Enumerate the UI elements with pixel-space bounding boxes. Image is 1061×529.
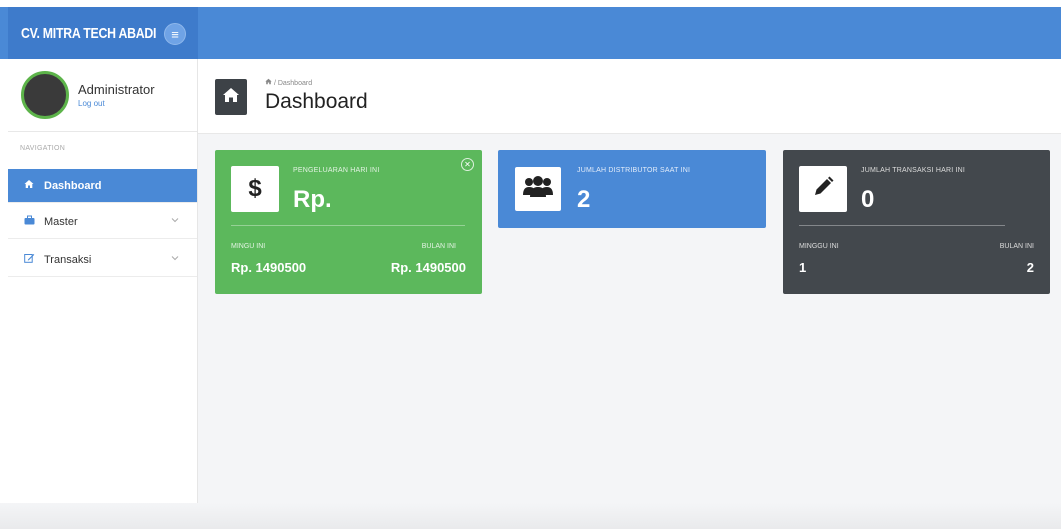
brand-box: CV. MITRA TECH ABADI ≡ (8, 7, 198, 59)
home-icon (22, 179, 36, 192)
sub-value-month: Rp. 1490500 (390, 260, 466, 275)
sub-label-month: BULAN INI (421, 243, 456, 250)
sidebar-item-label: Master (44, 215, 78, 228)
pengeluaran-card: $ PENGELUARAN HARI INI Rp. ✕ MINGU INI R… (215, 150, 482, 294)
sub-label-week: MINGU INI (231, 243, 266, 250)
edit-icon (22, 253, 36, 266)
sub-label-month: BULAN INI (999, 243, 1034, 250)
card-divider (799, 225, 1005, 226)
dollar-icon: $ (248, 175, 262, 202)
sidebar-item-transaksi[interactable]: Transaksi (8, 243, 197, 277)
briefcase-icon (22, 215, 36, 228)
home-icon[interactable] (265, 78, 274, 87)
sidebar: Administrator Log out NAVIGATION Dashboa… (8, 59, 198, 529)
chevron-down-icon (171, 253, 179, 263)
home-icon (222, 87, 240, 108)
brand-name[interactable]: CV. MITRA TECH ABADI (21, 25, 156, 42)
breadcrumb-current: Dashboard (277, 80, 313, 87)
card-value: 2 (577, 186, 591, 213)
dollar-icon-box: $ (231, 166, 279, 212)
hamburger-icon: ≡ (171, 26, 179, 42)
page-title: Dashboard (265, 90, 368, 113)
sidebar-item-label: Dashboard (44, 179, 102, 192)
distributor-card: JUMLAH DISTRIBUTOR SAAT INI 2 (498, 150, 766, 228)
card-title: PENGELUARAN HARI INI (293, 167, 380, 174)
user-panel: Administrator Log out (8, 59, 197, 132)
card-divider (231, 225, 465, 226)
logout-link[interactable]: Log out (78, 99, 105, 108)
transaksi-card: JUMLAH TRANSAKSI HARI INI 0 MINGGU INI 1… (783, 150, 1050, 294)
close-icon[interactable]: ✕ (461, 158, 474, 171)
sub-value-week: 1 (799, 260, 807, 275)
breadcrumb: / Dashboard (265, 78, 312, 87)
main-content: / Dashboard Dashboard (198, 59, 1061, 529)
chevron-down-icon (171, 215, 179, 225)
card-title: JUMLAH DISTRIBUTOR SAAT INI (577, 167, 691, 174)
sidebar-item-dashboard[interactable]: Dashboard (8, 169, 197, 203)
sub-value-week: Rp. 1490500 (231, 260, 307, 275)
users-icon (522, 175, 554, 204)
nav-heading: NAVIGATION (20, 145, 66, 152)
card-value: 0 (861, 186, 875, 213)
sub-value-month: 2 (1026, 260, 1034, 275)
users-icon-box (515, 167, 561, 211)
menu-toggle-button[interactable]: ≡ (164, 23, 186, 45)
sidebar-item-master[interactable]: Master (8, 205, 197, 239)
sidebar-item-label: Transaksi (44, 253, 92, 266)
pencil-icon (812, 176, 834, 203)
avatar (21, 71, 69, 119)
pencil-icon-box (799, 166, 847, 212)
card-value: Rp. (293, 186, 332, 213)
page-header: / Dashboard Dashboard (198, 59, 1061, 134)
user-name: Administrator (78, 82, 155, 97)
sub-label-week: MINGGU INI (799, 243, 839, 250)
footer-edge (0, 503, 1061, 529)
page-icon-box (215, 79, 247, 115)
card-title: JUMLAH TRANSAKSI HARI INI (861, 167, 966, 174)
